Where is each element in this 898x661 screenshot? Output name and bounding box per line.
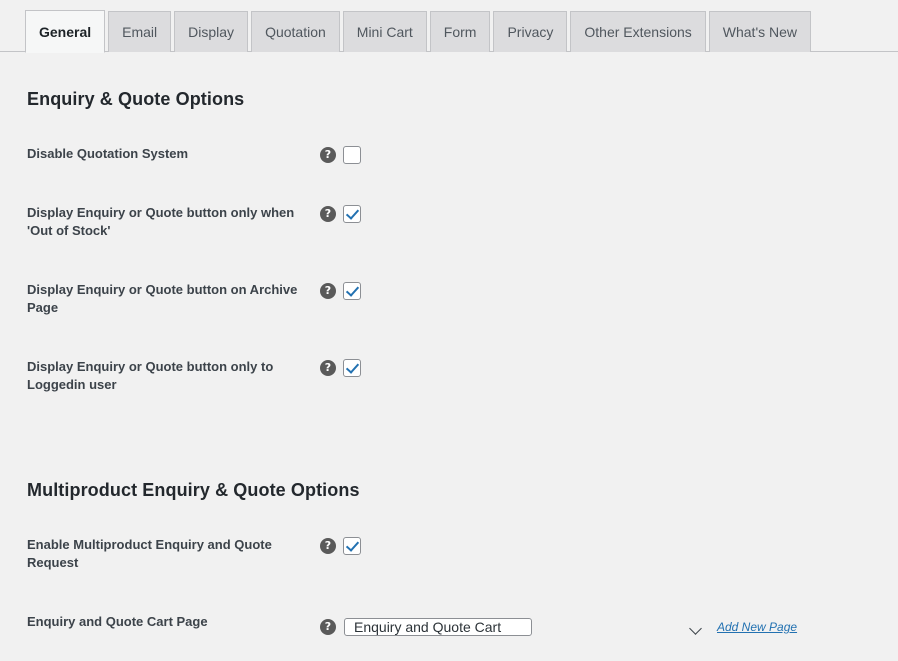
tab-label: Email [122,24,158,40]
checkbox-disable-quotation-system[interactable] [343,145,361,164]
chevron-down-icon [689,621,702,635]
enquiry-quote-options-table: Disable Quotation System ? Display Enqui… [0,125,898,415]
setting-row-disable-quotation-system: Disable Quotation System ? [0,125,898,184]
help-icon[interactable]: ? [320,537,336,554]
setting-row-display-on-archive-page: Display Enquiry or Quote button on Archi… [0,261,898,338]
help-icon[interactable]: ? [320,282,336,299]
add-new-page-link[interactable]: Add New Page [717,620,797,634]
tab-label: Privacy [507,24,554,40]
settings-tab-bar: General Email Display Quotation Mini Car… [0,0,898,53]
setting-row-display-when-out-of-stock: Display Enquiry or Quote button only whe… [0,184,898,261]
tab-label: Form [443,24,477,40]
help-icon[interactable]: ? [320,359,336,376]
tab-label: What's New [722,24,798,40]
tab-general[interactable]: General [25,10,106,53]
tab-other-extensions[interactable]: Other Extensions [570,11,706,52]
tab-display[interactable]: Display [174,11,249,52]
setting-row-enable-multiproduct: Enable Multiproduct Enquiry and Quote Re… [0,516,898,593]
tab-quotation[interactable]: Quotation [251,11,340,52]
checkbox-display-when-out-of-stock[interactable] [343,204,361,223]
tab-label: Other Extensions [584,24,692,40]
setting-row-display-only-loggedin-user: Display Enquiry or Quote button only to … [0,338,898,415]
tab-form[interactable]: Form [429,11,491,52]
tab-label: Quotation [265,24,326,40]
tab-email[interactable]: Email [108,11,172,52]
setting-label: Enquiry and Quote Cart Page [27,613,208,629]
tab-label: General [39,24,92,40]
tab-privacy[interactable]: Privacy [493,11,568,52]
setting-label: Enable Multiproduct Enquiry and Quote Re… [27,536,272,571]
tab-mini-cart[interactable]: Mini Cart [342,11,427,52]
help-icon[interactable]: ? [320,618,336,635]
setting-row-enquiry-quote-cart-page: Enquiry and Quote Cart Page ? Enquiry an… [0,593,898,661]
tab-whats-new[interactable]: What's New [708,11,812,52]
setting-label: Disable Quotation System [27,145,189,161]
section-heading-enquiry-quote-options: Enquiry & Quote Options [27,88,245,109]
tab-label: Display [188,24,235,40]
section-heading-multiproduct-enquiry-quote-options: Multiproduct Enquiry & Quote Options [27,479,360,500]
setting-label: Display Enquiry or Quote button on Archi… [27,281,298,316]
cart-page-select[interactable]: Enquiry and Quote Cart [344,617,533,636]
multiproduct-options-table: Enable Multiproduct Enquiry and Quote Re… [0,516,898,661]
cart-page-select-wrapper: Enquiry and Quote Cart [344,613,709,641]
checkbox-display-only-loggedin-user[interactable] [343,358,361,377]
setting-label: Display Enquiry or Quote button only whe… [27,204,295,239]
setting-label: Display Enquiry or Quote button only to … [27,358,274,393]
checkbox-display-on-archive-page[interactable] [343,281,361,300]
tab-label: Mini Cart [356,24,413,40]
checkbox-enable-multiproduct[interactable] [343,536,361,555]
help-icon[interactable]: ? [320,146,336,163]
help-icon[interactable]: ? [320,205,336,222]
settings-content-panel: Enquiry & Quote Options Disable Quotatio… [0,67,898,661]
